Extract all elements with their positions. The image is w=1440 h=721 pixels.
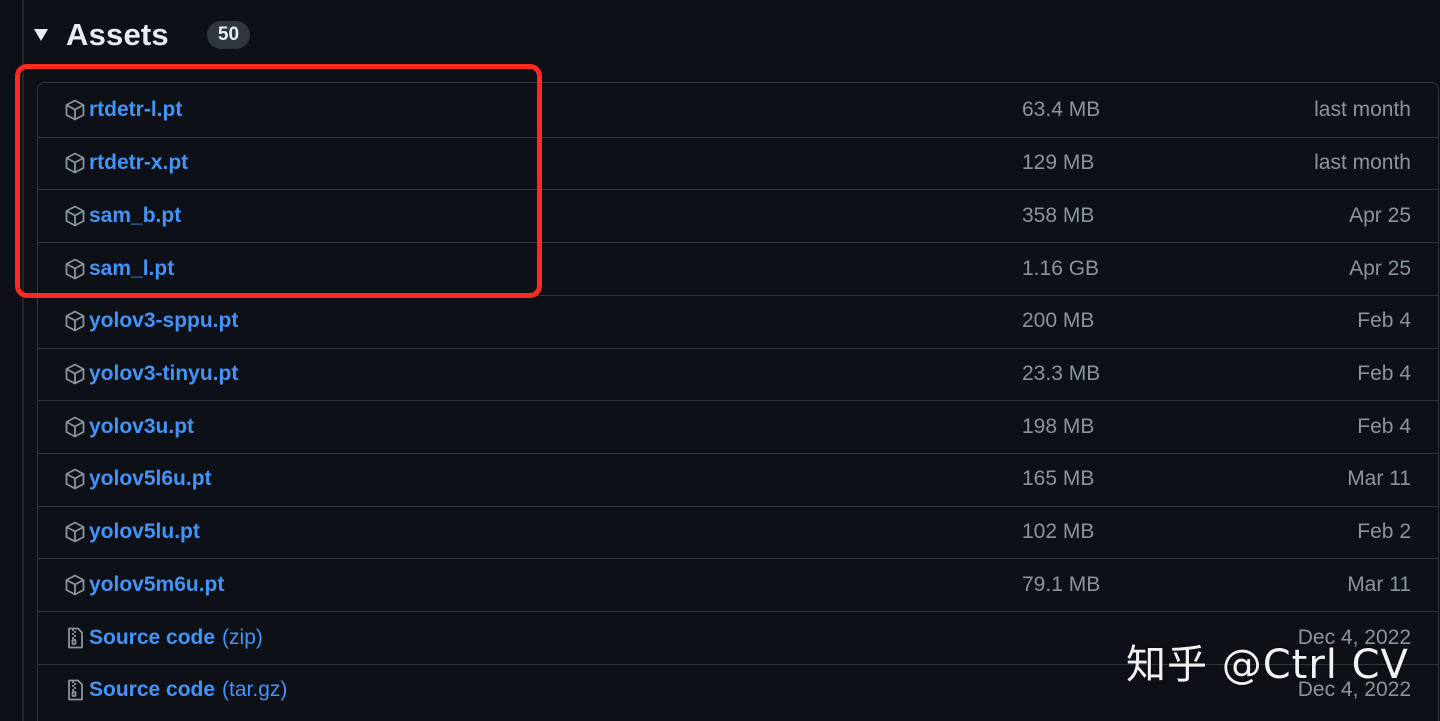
asset-date: Mar 11 <box>1347 467 1411 491</box>
asset-row: yolov5l6u.pt 165 MB Mar 11 <box>37 452 1439 505</box>
asset-size: 1.16 GB <box>1022 256 1100 280</box>
assets-header[interactable]: Assets 50 <box>34 10 251 60</box>
asset-date: Feb 2 <box>1357 520 1411 544</box>
file-zip-icon <box>63 678 87 702</box>
asset-date: Feb 4 <box>1357 414 1411 438</box>
asset-size: 198 MB <box>1022 414 1095 438</box>
asset-date: last month <box>1314 151 1411 175</box>
asset-size: 200 MB <box>1022 309 1095 333</box>
asset-download-link[interactable]: yolov3-tinyu.pt <box>89 362 238 386</box>
asset-download-link[interactable]: rtdetr-l.pt <box>89 98 182 122</box>
asset-size: 102 MB <box>1022 520 1095 544</box>
asset-size: 23.3 MB <box>1022 362 1101 385</box>
asset-row: yolov3-tinyu.pt 23.3 MB Feb 4 <box>37 347 1439 400</box>
asset-row: sam_l.pt 1.16 GB Apr 25 <box>37 242 1439 294</box>
asset-name-cell: sam_b.pt <box>63 190 181 241</box>
package-icon <box>63 151 87 175</box>
asset-download-link[interactable]: sam_l.pt <box>89 257 174 281</box>
asset-name-cell: rtdetr-x.pt <box>63 138 188 189</box>
asset-row: rtdetr-l.pt 63.4 MB last month <box>37 84 1439 136</box>
package-icon <box>63 467 87 491</box>
asset-date: Apr 25 <box>1349 256 1411 280</box>
package-icon <box>63 98 87 122</box>
asset-download-link[interactable]: yolov5m6u.pt <box>89 573 224 597</box>
package-icon <box>63 257 87 281</box>
collapse-triangle-icon[interactable] <box>34 29 48 41</box>
asset-name-cell: yolov3u.pt <box>63 401 194 452</box>
asset-row: yolov5m6u.pt 79.1 MB Mar 11 <box>37 558 1439 610</box>
asset-name-cell: Source code (zip) <box>63 612 263 663</box>
asset-download-link[interactable]: sam_b.pt <box>89 204 181 228</box>
watermark: 知乎 @Ctrl CV <box>1126 642 1409 688</box>
package-icon <box>63 520 87 544</box>
asset-date: Apr 25 <box>1349 203 1411 227</box>
asset-name-cell: yolov5m6u.pt <box>63 559 224 610</box>
asset-format-suffix[interactable]: (tar.gz) <box>222 678 287 702</box>
timeline-rule <box>22 0 24 721</box>
asset-size: 129 MB <box>1022 151 1095 175</box>
asset-download-link[interactable]: yolov5lu.pt <box>89 520 200 544</box>
asset-download-link[interactable]: Source code <box>89 626 215 650</box>
asset-row: yolov5lu.pt 102 MB Feb 2 <box>37 505 1439 558</box>
asset-date: Mar 11 <box>1347 572 1411 596</box>
assets-count-badge: 50 <box>206 21 251 49</box>
asset-name-cell: yolov3-tinyu.pt <box>63 349 238 400</box>
asset-row: yolov3-sppu.pt 200 MB Feb 4 <box>37 294 1439 347</box>
asset-name-cell: sam_l.pt <box>63 243 174 294</box>
asset-size: 63.4 MB <box>1022 98 1101 121</box>
asset-download-link[interactable]: yolov3-sppu.pt <box>89 309 238 333</box>
asset-download-link[interactable]: yolov3u.pt <box>89 415 194 439</box>
asset-date: Feb 4 <box>1357 362 1411 385</box>
package-icon <box>63 573 87 597</box>
asset-name-cell: yolov5lu.pt <box>63 507 200 558</box>
asset-format-suffix[interactable]: (zip) <box>222 626 263 650</box>
asset-download-link[interactable]: rtdetr-x.pt <box>89 151 188 175</box>
asset-name-cell: rtdetr-l.pt <box>63 84 182 136</box>
asset-row: rtdetr-x.pt 129 MB last month <box>37 136 1439 189</box>
package-icon <box>63 415 87 439</box>
asset-size: 358 MB <box>1022 203 1095 227</box>
package-icon <box>63 204 87 228</box>
asset-row: sam_b.pt 358 MB Apr 25 <box>37 189 1439 241</box>
asset-name-cell: yolov5l6u.pt <box>63 454 212 505</box>
assets-title: Assets <box>66 17 169 52</box>
asset-size: 79.1 MB <box>1022 572 1101 596</box>
package-icon <box>63 309 87 333</box>
asset-size: 165 MB <box>1022 467 1095 491</box>
asset-date: Feb 4 <box>1357 309 1411 333</box>
file-zip-icon <box>63 626 87 650</box>
asset-row: yolov3u.pt 198 MB Feb 4 <box>37 400 1439 452</box>
asset-name-cell: yolov3-sppu.pt <box>63 296 238 347</box>
package-icon <box>63 362 87 386</box>
asset-download-link[interactable]: Source code <box>89 678 215 702</box>
asset-date: last month <box>1314 98 1411 121</box>
release-assets-page: Assets 50 rtdetr-l.pt 63.4 MB last month rt… <box>0 0 1440 721</box>
asset-name-cell: Source code (tar.gz) <box>63 665 287 716</box>
asset-download-link[interactable]: yolov5l6u.pt <box>89 467 212 491</box>
